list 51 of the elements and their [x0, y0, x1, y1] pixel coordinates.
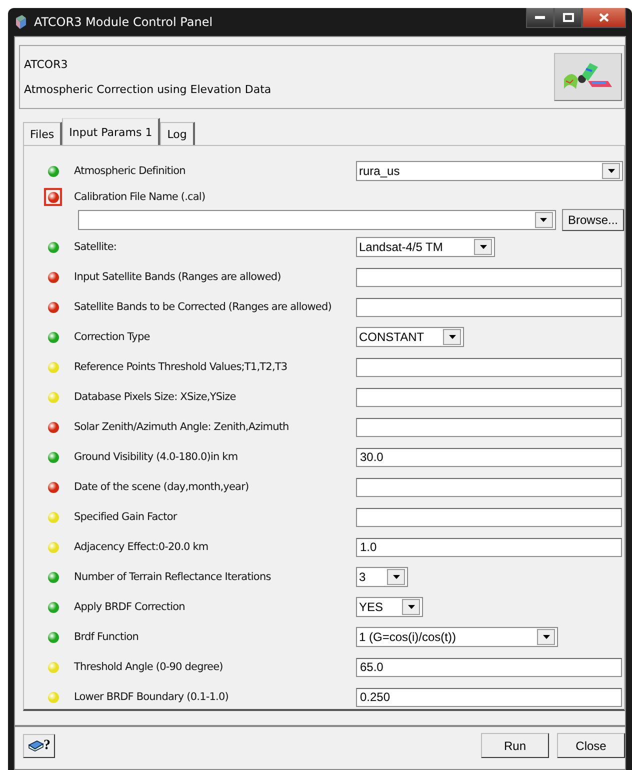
- field-label: Calibration File Name (.cal): [74, 191, 206, 203]
- field-label: Adjacency Effect:0-20.0 km: [74, 541, 208, 553]
- dialog-button[interactable]: Close: [557, 733, 625, 758]
- input-field[interactable]: 30.0: [356, 448, 622, 466]
- input-field[interactable]: [356, 358, 622, 376]
- dropdown[interactable]: CONSTANT: [356, 327, 464, 347]
- dropdown[interactable]: YES: [356, 597, 423, 617]
- dropdown[interactable]: Landsat-4/5 TM: [356, 237, 495, 257]
- tab[interactable]: Files: [23, 122, 62, 145]
- field-label: Apply BRDF Correction: [74, 601, 185, 613]
- logo-button[interactable]: [554, 53, 622, 101]
- field-label: Input Satellite Bands (Ranges are allowed): [74, 271, 281, 283]
- field-label: Lower BRDF Boundary (0.1-1.0): [74, 691, 228, 703]
- field-label: Date of the scene (day,month,year): [74, 481, 249, 493]
- field-label: Atmospheric Definition: [74, 165, 186, 177]
- module-description: Atmospheric Correction using Elevation Data: [24, 83, 272, 96]
- input-field[interactable]: [356, 478, 622, 496]
- maximize-icon[interactable]: [554, 8, 582, 28]
- browse-button[interactable]: Browse...: [562, 209, 624, 231]
- input-field[interactable]: 0.250: [356, 688, 622, 706]
- tab[interactable]: Input Params 1: [62, 118, 160, 145]
- dropdown[interactable]: rura_us: [356, 161, 623, 181]
- input-field[interactable]: [356, 268, 622, 286]
- input-field[interactable]: 65.0: [356, 658, 622, 676]
- field-label: Number of Terrain Reflectance Iterations: [74, 571, 271, 583]
- field-label: Satellite Bands to be Corrected (Ranges are allowed): [74, 301, 332, 313]
- help-button[interactable]: ?: [23, 734, 55, 758]
- tab[interactable]: Log: [160, 122, 195, 145]
- dropdown[interactable]: 3: [356, 567, 408, 587]
- dialog-button[interactable]: Run: [481, 733, 549, 758]
- input-field[interactable]: 1.0: [356, 538, 622, 556]
- input-field[interactable]: [356, 508, 622, 526]
- field-label: Solar Zenith/Azimuth Angle: Zenith,Azimuth: [74, 421, 289, 433]
- dropdown[interactable]: 1 (G=cos(i)/cos(t)): [356, 627, 558, 647]
- field-label: Database Pixels Size: XSize,YSize: [74, 391, 236, 403]
- field-label: Specified Gain Factor: [74, 511, 177, 523]
- field-label: Correction Type: [74, 331, 150, 343]
- input-field[interactable]: [356, 418, 622, 436]
- field-label: Ground Visibility (4.0-180.0)in km: [74, 451, 238, 463]
- input-field[interactable]: [356, 298, 622, 316]
- book-icon: [28, 740, 44, 752]
- module-name: ATCOR3: [24, 58, 69, 71]
- close-icon[interactable]: [582, 8, 626, 28]
- field-label: Reference Points Threshold Values;T1,T2,T3: [74, 361, 288, 373]
- field-label: Threshold Angle (0-90 degree): [74, 661, 223, 673]
- field-label: Brdf Function: [74, 631, 138, 643]
- window-title: ATCOR3 Module Control Panel: [34, 15, 213, 29]
- field-label: Satellite:: [74, 241, 117, 253]
- app-icon: [14, 14, 28, 30]
- input-field[interactable]: [356, 388, 622, 406]
- minimize-icon[interactable]: [526, 8, 554, 28]
